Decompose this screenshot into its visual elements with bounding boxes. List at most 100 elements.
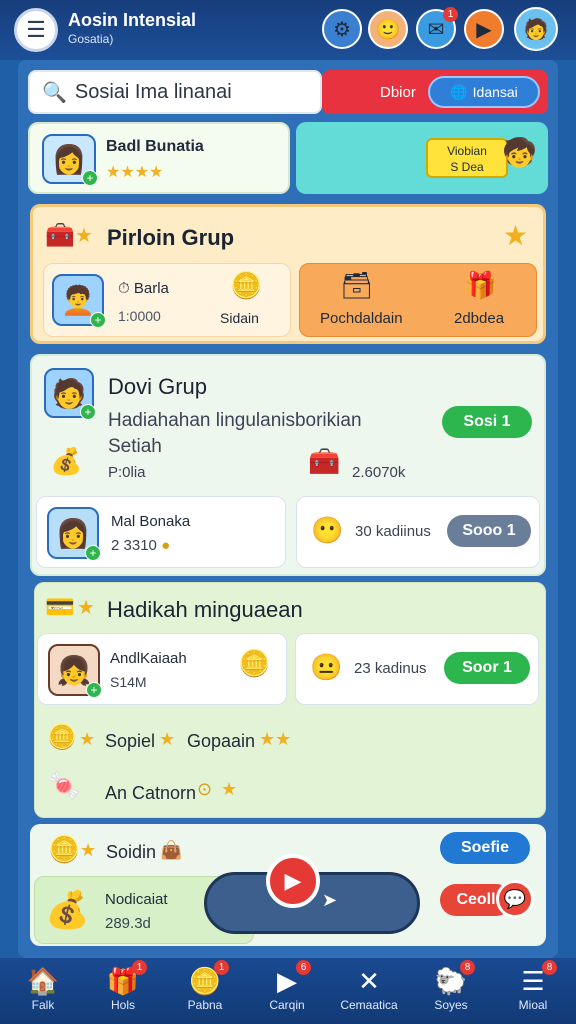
join-button[interactable]: Sosi 1: [442, 406, 532, 438]
group3-member-right[interactable]: 😐 23 kadinus Soor 1: [295, 633, 539, 705]
group1-title: Pirloin Grup: [107, 225, 235, 250]
footer-button[interactable]: Soefie: [440, 832, 530, 864]
nav-item-hols[interactable]: 🎁 1 Hols: [88, 960, 158, 1012]
group-icon: 🧰: [45, 222, 75, 249]
chat-icon[interactable]: 💬: [496, 880, 534, 918]
row1-a: Sopiel: [105, 731, 156, 751]
banner-line1: Viobian: [447, 144, 487, 158]
search-input[interactable]: 🔍 Sosiai Ima linanai: [28, 70, 322, 114]
coin-stack-icon: 🪙: [238, 648, 271, 678]
star-icon: ★: [221, 779, 238, 799]
nav-label: Carqin: [269, 998, 305, 1012]
nav-label: Pabna: [187, 998, 223, 1012]
reward-left: Pochdaldain: [320, 310, 403, 327]
segment-control: Dbior 🌐 Idansai: [322, 70, 548, 114]
profile-name: Badl Bunatia: [106, 138, 204, 155]
candy-icon: 🍬: [47, 770, 82, 801]
clock-icon: ⏱: [118, 280, 130, 297]
member-name: Mal Bonaka: [111, 513, 191, 530]
coin-icon: 🪙 1: [185, 960, 229, 998]
group-card-2: 🧑 + Dovi Grup Hadiahahan lingulanisboriki…: [30, 354, 546, 576]
nav-badge: 6: [296, 960, 311, 975]
favorite-star-icon[interactable]: ★: [503, 219, 528, 252]
footer-member-name: Nodicaiat: [105, 891, 168, 908]
footer-member-value: 289.3d: [105, 915, 151, 932]
profile-card[interactable]: 👩 + Badl Bunatia ★★★★: [28, 122, 290, 194]
nav-badge: 1: [214, 960, 229, 975]
app-title: Aosin Intensial: [68, 10, 197, 30]
segment-left[interactable]: Dbior: [380, 84, 416, 101]
coin-stack-icon: 🪙: [230, 270, 263, 300]
add-icon: +: [80, 404, 96, 420]
cursor-icon: ➤: [322, 890, 338, 910]
member-right-button[interactable]: Soor 1: [444, 652, 530, 684]
member-avatar: 👧 +: [48, 644, 102, 698]
star-icon: ★★: [259, 729, 292, 749]
box-icon: 🗃: [340, 270, 374, 300]
star-icon: ★: [80, 840, 97, 860]
user-avatar-icon[interactable]: 🧑: [514, 7, 558, 51]
nav-badge: 8: [542, 960, 557, 975]
group1-player[interactable]: 🧑‍🦱 + ⏱ Barla 1:0000 🪙 Sidain: [43, 263, 291, 337]
nav-label: Mioal: [518, 998, 548, 1012]
group-card-3: 💳 ★ Hadikah minguaean 👧 + AndlKaiaah S14M…: [34, 582, 546, 818]
add-icon: +: [85, 545, 101, 561]
nav-item-mioal[interactable]: ☰ 8 Mioal: [498, 960, 568, 1012]
bottom-nav: 🏠 Falk 🎁 1 Hols 🪙 1 Pabna ▶ 6 Carqin ✕ Cemaatica…: [0, 958, 576, 1024]
search-placeholder: Sosiai Ima linanai: [74, 80, 232, 103]
group-card-1: 🧰 ★ Pirloin Grup ★ 🧑‍🦱 + ⏱ Barla 1:0000 🪙…: [30, 204, 546, 344]
group3-title: Hadikah minguaean: [107, 597, 303, 622]
nav-label: Cemaatica: [340, 998, 398, 1012]
group3-member[interactable]: 👧 + AndlKaiaah S14M 🪙: [37, 633, 287, 705]
nav-item-soyes[interactable]: 🐑 8 Soyes: [416, 960, 486, 1012]
home-icon: 🏠: [26, 966, 60, 996]
group2-desc2: Setiah: [108, 436, 162, 457]
member-avatar: 👩 +: [47, 507, 101, 561]
coin-icon: 🪙: [47, 724, 77, 751]
nav-item-falk[interactable]: 🏠 Falk: [8, 964, 78, 1012]
group2-member-right[interactable]: 😶 30 kadiinus Sooo 1: [296, 496, 540, 568]
star-icon: ★: [75, 225, 93, 247]
gift-icon: 🎁 1: [103, 960, 147, 998]
group2-stat-right: 2.6070k: [352, 464, 406, 481]
nav-item-carqin[interactable]: ▶ 6 Carqin: [252, 960, 322, 1012]
nav-badge: 8: [460, 960, 475, 975]
member-right-label: 23 kadinus: [354, 660, 427, 677]
nav-label: Falk: [31, 998, 55, 1012]
coin-icon: 🪙: [48, 834, 81, 864]
bag-icon: 👜: [160, 840, 183, 860]
row1-b: Gopaain: [187, 731, 256, 751]
nav-label: Hols: [110, 998, 135, 1012]
player-caption: Sidain: [220, 310, 259, 326]
segment-right-label: Idansai: [472, 84, 518, 100]
member-right-button[interactable]: Sooo 1: [447, 515, 531, 547]
member-value: 2 3310 ●: [111, 537, 171, 554]
add-icon: +: [90, 312, 106, 328]
profile-stars: ★★★★: [106, 164, 164, 181]
face-icon: 😐: [310, 652, 343, 682]
play-icon[interactable]: ▶: [464, 9, 504, 49]
profile-avatar: 👩 +: [42, 134, 98, 186]
add-icon: +: [86, 682, 102, 698]
app-subtitle: Gosatia): [68, 32, 114, 46]
settings-icon[interactable]: ⚙: [322, 9, 362, 49]
coins-icon: 💰: [50, 446, 83, 476]
group1-reward[interactable]: 🗃 🎁 Pochdaldain 2dbdea: [299, 263, 537, 337]
group2-title: Dovi Grup: [108, 374, 208, 399]
play-button-icon[interactable]: ▶: [266, 854, 320, 908]
nav-item-pabna[interactable]: 🪙 1 Pabna: [170, 960, 240, 1012]
coin-icon: ⊙: [197, 779, 213, 799]
message-icon[interactable]: ✉ 1: [416, 7, 458, 49]
menu-icon[interactable]: ☰: [14, 8, 58, 52]
profile-icon[interactable]: 🙂: [368, 9, 408, 49]
video-icon: ▶ 6: [267, 960, 311, 998]
group2-member[interactable]: 👩 + Mal Bonaka 2 3310 ●: [36, 496, 286, 568]
group2-desc1: Hadiahahan lingulanisborikian: [108, 410, 362, 431]
nav-item-cemaatica[interactable]: ✕ Cemaatica: [334, 964, 404, 1012]
player-value: 1:0000: [118, 308, 161, 324]
close-circle-icon: ✕: [358, 966, 380, 996]
segment-right-button[interactable]: 🌐 Idansai: [428, 76, 540, 108]
promo-banner[interactable]: Viobian S Dea 🧒: [296, 122, 548, 194]
message-badge: 1: [443, 7, 458, 22]
group2-stat-left: P:0lia: [108, 464, 146, 481]
